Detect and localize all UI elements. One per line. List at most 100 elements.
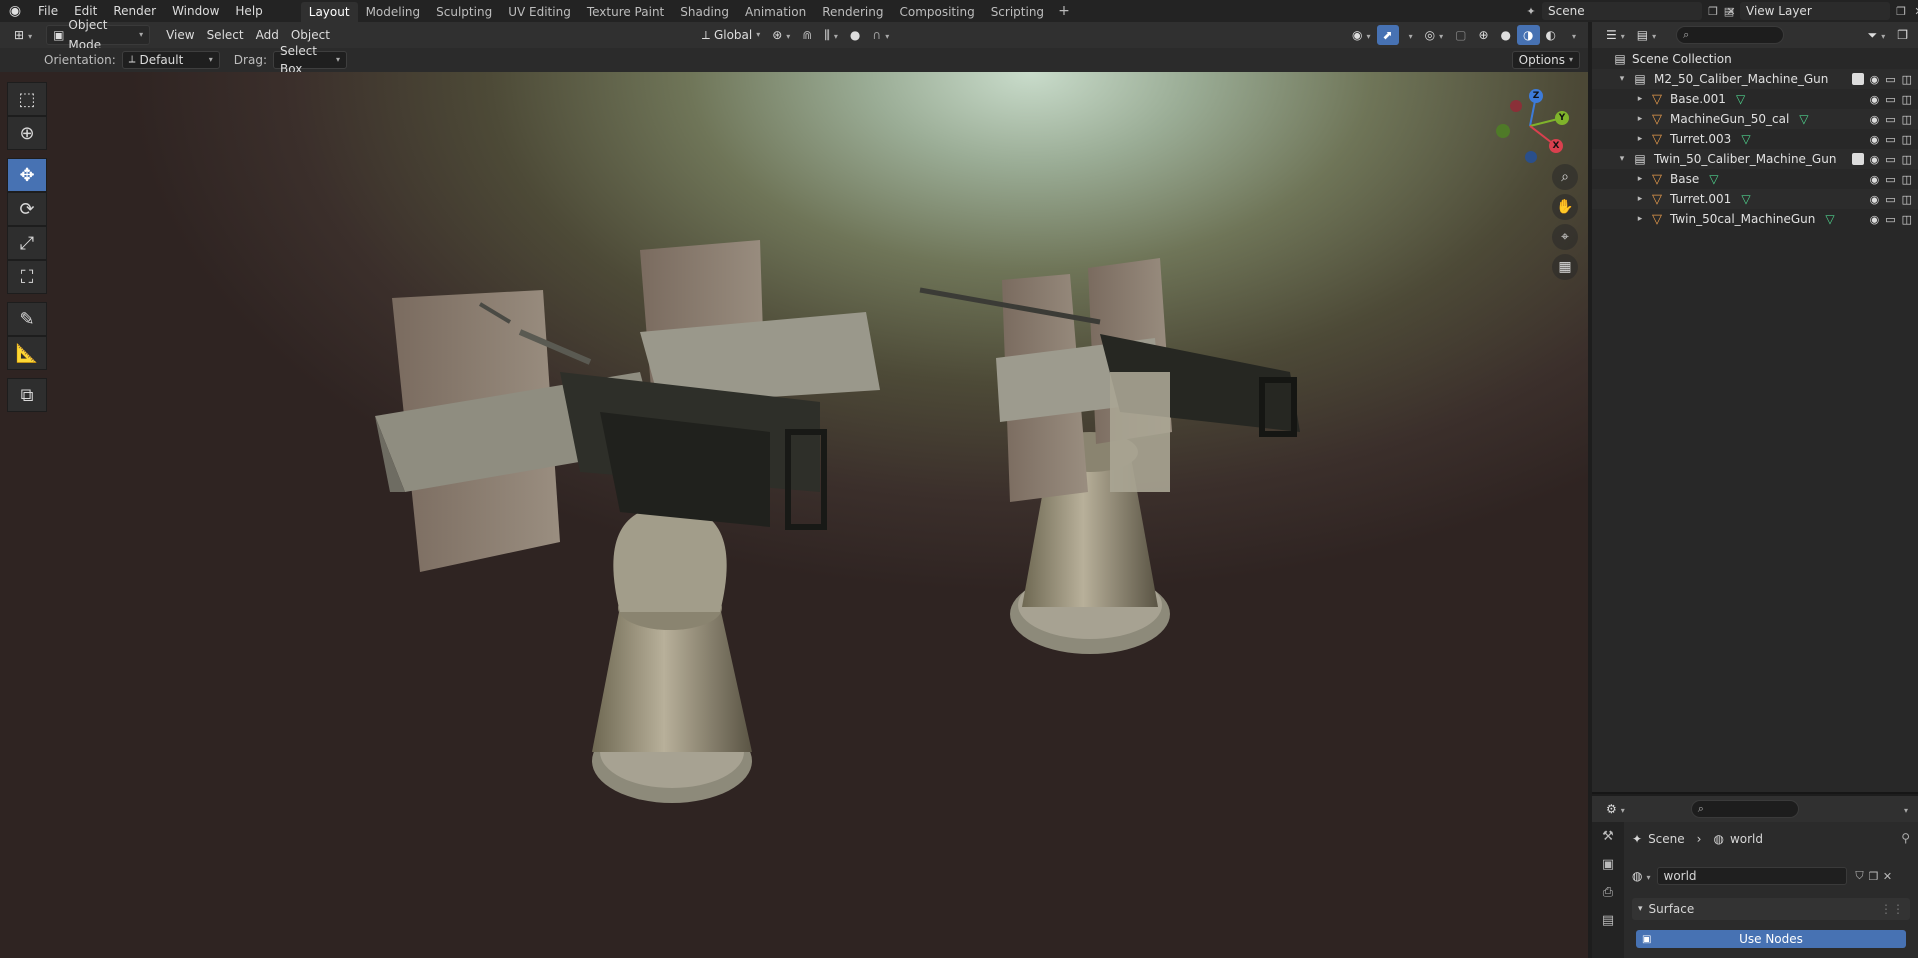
properties-options-icon[interactable]: ▾ — [1894, 799, 1914, 819]
expand-arrow-icon[interactable]: ▸ — [1634, 114, 1646, 124]
falloff-icon[interactable]: ∩ ▾ — [866, 25, 895, 45]
render-camera-icon[interactable]: ◫ — [1902, 93, 1912, 106]
pivot-point-icon[interactable]: ⊛ ▾ — [766, 25, 796, 45]
filter-icon[interactable]: ⏷ ▾ — [1862, 25, 1892, 45]
viewport-display-icon[interactable]: ▭ — [1885, 213, 1895, 226]
fake-user-icon[interactable]: ⛉ — [1853, 869, 1867, 883]
visibility-eye-icon[interactable]: ◉ — [1870, 193, 1880, 206]
tab-layout[interactable]: Layout — [300, 2, 358, 22]
output-tab-icon[interactable]: ⎙ — [1592, 878, 1624, 906]
annotate-tool-icon[interactable]: ✎ — [7, 302, 47, 336]
pan-hand-icon[interactable]: ✋ — [1552, 194, 1578, 220]
outliner-object-row[interactable]: ▸ ▽ MachineGun_50_cal ▽ ◉ ▭ ◫ — [1592, 109, 1918, 129]
expand-arrow-icon[interactable]: ▸ — [1634, 94, 1646, 104]
tab-sculpting[interactable]: Sculpting — [428, 2, 500, 22]
mesh-data-icon[interactable]: ▽ — [1709, 172, 1718, 186]
menu-help[interactable]: Help — [227, 0, 270, 22]
cursor-tool-icon[interactable]: ⊕ — [7, 116, 47, 150]
exclude-checkbox[interactable] — [1851, 152, 1864, 165]
visibility-eye-icon[interactable]: ◉ — [1870, 93, 1880, 106]
transform-orientation-dropdown[interactable]: ⟂ Global ▾ — [696, 25, 766, 45]
rendered-shading-icon[interactable]: ◐ — [1540, 25, 1562, 45]
tab-rendering[interactable]: Rendering — [814, 2, 891, 22]
render-tab-icon[interactable]: ▣ — [1592, 850, 1624, 878]
camera-view-icon[interactable]: ⌖ — [1552, 224, 1578, 250]
visibility-eye-icon[interactable]: ◉ — [1870, 153, 1880, 166]
duplicate-world-icon[interactable]: ❐ — [1867, 869, 1881, 883]
expand-arrow-icon[interactable]: ▸ — [1634, 214, 1646, 224]
viewport-display-icon[interactable]: ▭ — [1885, 133, 1895, 146]
outliner-search-input[interactable]: ⌕ — [1676, 26, 1785, 44]
outliner-root-row[interactable]: ▤ Scene Collection — [1592, 49, 1918, 69]
view-layer-tab-icon[interactable]: ▤ — [1592, 906, 1624, 934]
display-mode-icon[interactable]: ▤ ▾ — [1631, 25, 1662, 45]
visibility-eye-icon[interactable]: ◉ — [1870, 173, 1880, 186]
new-collection-icon[interactable]: ❐ — [1891, 25, 1914, 45]
visibility-eye-icon[interactable]: ◉ — [1870, 213, 1880, 226]
render-camera-icon[interactable]: ◫ — [1902, 113, 1912, 126]
gizmo-dropdown-icon[interactable]: ▾ — [1399, 25, 1419, 45]
tab-compositing[interactable]: Compositing — [891, 2, 982, 22]
outliner-object-row[interactable]: ▸ ▽ Base ▽ ◉ ▭ ◫ — [1592, 169, 1918, 189]
menu-window[interactable]: Window — [164, 0, 227, 22]
render-camera-icon[interactable]: ◫ — [1902, 73, 1912, 86]
tab-animation[interactable]: Animation — [737, 2, 814, 22]
material-shading-icon[interactable]: ◑ — [1517, 25, 1540, 45]
outliner-object-row[interactable]: ▸ ▽ Turret.003 ▽ ◉ ▭ ◫ — [1592, 129, 1918, 149]
zoom-icon[interactable]: ⌕ — [1552, 164, 1578, 190]
gizmo-neg-x-axis[interactable] — [1510, 100, 1522, 112]
viewport-display-icon[interactable]: ▭ — [1885, 93, 1895, 106]
shading-options-icon[interactable]: ▾ — [1562, 25, 1582, 45]
3d-viewport[interactable]: Z Y X ⌕ ✋ ⌖ ▦ — [0, 72, 1588, 958]
area-divider[interactable] — [1592, 792, 1918, 794]
rotate-tool-icon[interactable]: ⟳ — [7, 192, 47, 226]
outliner-object-row[interactable]: ▸ ▽ Turret.001 ▽ ◉ ▭ ◫ — [1592, 189, 1918, 209]
snap-target-icon[interactable]: ⫼ ▾ — [818, 25, 844, 45]
viewport-display-icon[interactable]: ▭ — [1885, 73, 1895, 86]
transform-tool-icon[interactable]: ⛶ — [7, 260, 47, 294]
navigation-gizmo[interactable]: Z Y X — [1494, 86, 1569, 163]
mesh-data-icon[interactable]: ▽ — [1736, 92, 1745, 106]
gizmo-toggle-icon[interactable]: ⬈ — [1376, 25, 1399, 45]
wireframe-shading-icon[interactable]: ⊕ — [1472, 25, 1494, 45]
tab-texture-paint[interactable]: Texture Paint — [579, 2, 672, 22]
render-camera-icon[interactable]: ◫ — [1902, 173, 1912, 186]
outliner-object-row[interactable]: ▸ ▽ Base.001 ▽ ◉ ▭ ◫ — [1592, 89, 1918, 109]
gizmo-neg-y-axis[interactable] — [1496, 124, 1510, 138]
scale-tool-icon[interactable]: ⤢ — [7, 226, 47, 260]
move-tool-icon[interactable]: ✥ — [7, 158, 47, 192]
mesh-data-icon[interactable]: ▽ — [1825, 212, 1834, 226]
mesh-data-icon[interactable]: ▽ — [1741, 132, 1750, 146]
gizmo-z-axis[interactable]: Z — [1529, 89, 1543, 103]
overlays-icon[interactable]: ◎ ▾ — [1419, 25, 1450, 45]
pin-icon[interactable]: ⚲ — [1901, 831, 1910, 845]
xray-icon[interactable]: ▢ — [1449, 25, 1472, 45]
properties-editor-type-icon[interactable]: ⚙ ▾ — [1600, 799, 1631, 819]
tab-scripting[interactable]: Scripting — [983, 2, 1052, 22]
visibility-eye-icon[interactable]: ◉ — [1870, 113, 1880, 126]
view-layer-icon[interactable]: ▤ — [1722, 4, 1736, 18]
gizmo-neg-z-axis[interactable] — [1525, 151, 1537, 163]
world-name-field[interactable]: world — [1656, 867, 1847, 885]
tab-uv-editing[interactable]: UV Editing — [500, 2, 579, 22]
add-cube-tool-icon[interactable]: ⧉ — [7, 378, 47, 412]
solid-shading-icon[interactable]: ● — [1495, 25, 1517, 45]
exclude-checkbox[interactable] — [1851, 72, 1864, 85]
menu-select[interactable]: Select — [201, 25, 250, 45]
mesh-data-icon[interactable]: ▽ — [1799, 112, 1808, 126]
render-camera-icon[interactable]: ◫ — [1902, 193, 1912, 206]
viewport-display-icon[interactable]: ▭ — [1885, 153, 1895, 166]
object-mode-dropdown[interactable]: ▣ Object Mode ▾ — [46, 18, 151, 52]
collapse-arrow-icon[interactable]: ▾ — [1616, 154, 1628, 164]
snap-icon[interactable]: ⋒ — [796, 25, 818, 45]
new-scene-icon[interactable]: ❐ — [1706, 4, 1720, 18]
render-camera-icon[interactable]: ◫ — [1902, 133, 1912, 146]
new-view-layer-icon[interactable]: ❐ — [1894, 4, 1908, 18]
options-dropdown[interactable]: Options ▾ — [1511, 51, 1580, 69]
expand-arrow-icon[interactable]: ▸ — [1634, 174, 1646, 184]
expand-arrow-icon[interactable]: ▸ — [1634, 134, 1646, 144]
editor-type-button[interactable]: ⊞ ▾ — [8, 25, 38, 45]
viewport-display-icon[interactable]: ▭ — [1885, 113, 1895, 126]
outliner-editor-type-icon[interactable]: ☰ ▾ — [1600, 25, 1631, 45]
render-camera-icon[interactable]: ◫ — [1902, 213, 1912, 226]
